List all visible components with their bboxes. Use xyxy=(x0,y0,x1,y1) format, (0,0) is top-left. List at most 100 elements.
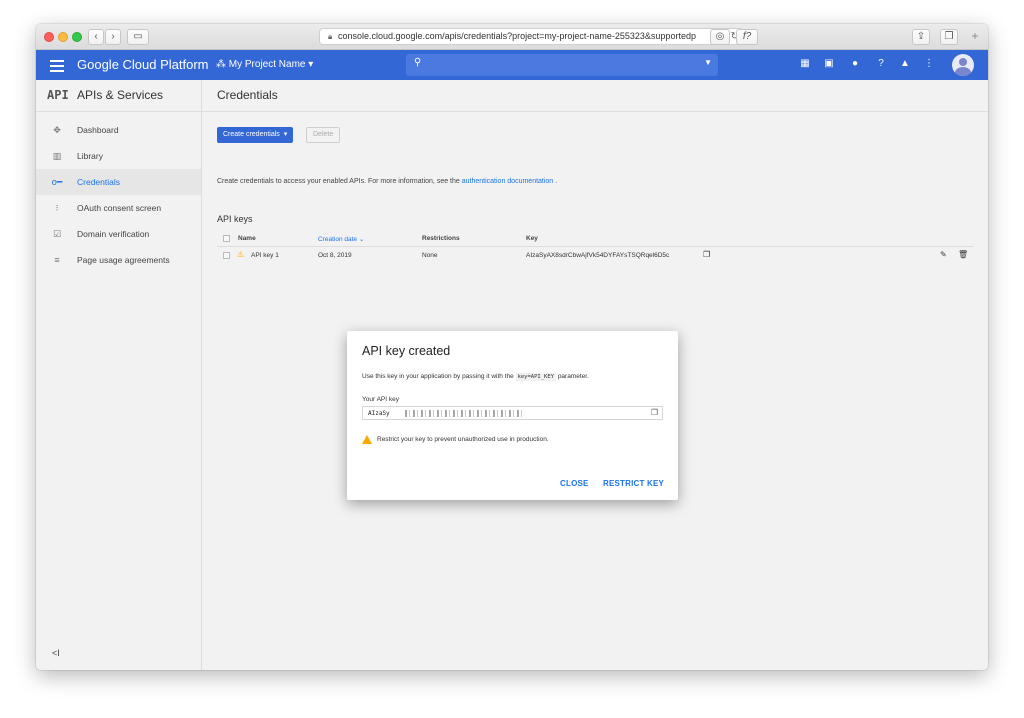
domain-icon: ☑ xyxy=(52,229,62,239)
restrict-key-button[interactable]: RESTRICT KEY xyxy=(603,479,664,488)
sidebar-toggle-button[interactable]: ▭ xyxy=(127,29,149,45)
sidebar-item-credentials[interactable]: o━ Credentials xyxy=(36,169,201,195)
sidebar-item-label: Dashboard xyxy=(77,125,119,135)
api-keys-table: Name Creation date ⌄ Restrictions Key ⚠ … xyxy=(217,230,973,265)
search-icon: ⚲ xyxy=(414,57,422,68)
collapse-sidebar-button[interactable]: <I xyxy=(52,648,60,658)
help-icon[interactable]: ? xyxy=(874,57,888,71)
sidebar-item-label: Page usage agreements xyxy=(77,255,170,265)
sidebar: API APIs & Services ✥ Dashboard ▥ Librar… xyxy=(36,80,202,670)
browser-window: ‹ › ▭ 🔒︎ console.cloud.google.com/apis/c… xyxy=(36,24,988,670)
copy-icon[interactable]: ❐ xyxy=(651,408,658,417)
notifications-icon[interactable]: ▲ xyxy=(898,57,912,71)
chevron-down-icon: ▾ xyxy=(281,131,288,138)
sidebar-title: APIs & Services xyxy=(77,88,164,102)
main-header: Credentials xyxy=(202,80,988,112)
menu-icon[interactable] xyxy=(50,57,64,73)
extension-icon: ◎ xyxy=(715,31,725,42)
browser-toolbar: ‹ › ▭ 🔒︎ console.cloud.google.com/apis/c… xyxy=(36,24,988,50)
api-key-value: AIzaSy xyxy=(368,410,390,417)
extension-button[interactable]: ◎ xyxy=(710,29,730,45)
font-extension-button[interactable]: f? xyxy=(736,29,758,45)
sidebar-item-label: Domain verification xyxy=(77,229,150,239)
console-content: API APIs & Services ✥ Dashboard ▥ Librar… xyxy=(36,80,988,670)
gcp-top-bar: Google Cloud Platform ⁂ My Project Name … xyxy=(36,50,988,80)
api-key-restrictions: None xyxy=(422,252,438,259)
share-icon: ⇪ xyxy=(916,31,926,42)
more-vert-icon[interactable]: ⋮ xyxy=(922,57,936,71)
avatar[interactable] xyxy=(952,54,974,76)
create-credentials-label: Create credentials xyxy=(223,131,280,138)
sidebar-item-library[interactable]: ▥ Library xyxy=(36,143,201,169)
api-logo: API xyxy=(47,88,69,102)
column-header-name[interactable]: Name xyxy=(238,235,256,242)
copy-icon[interactable]: ❐ xyxy=(703,250,710,259)
dashboard-icon: ✥ xyxy=(53,125,61,135)
select-all-checkbox[interactable] xyxy=(223,235,230,242)
api-key-name[interactable]: API key 1 xyxy=(251,252,279,259)
redacted-key xyxy=(405,410,525,417)
column-header-key[interactable]: Key xyxy=(526,235,538,242)
sidebar-item-label: OAuth consent screen xyxy=(77,203,162,213)
api-key-field[interactable]: AIzaSy ❐ xyxy=(362,406,663,420)
close-button[interactable]: CLOSE xyxy=(560,479,589,488)
tabs-icon: ❐ xyxy=(944,31,954,42)
project-name: My Project Name xyxy=(228,59,306,70)
info-text-end: . xyxy=(555,178,558,185)
dialog-desc-code: key=API_KEY xyxy=(515,373,556,381)
info-text-body: Create credentials to access your enable… xyxy=(217,178,460,185)
key-icon: o━ xyxy=(51,177,63,187)
api-key-created-dialog: API key created Use this key in your app… xyxy=(347,331,678,500)
search-input[interactable]: ⚲ ▼ xyxy=(406,54,718,76)
cloud-shell-icon[interactable]: ▣ xyxy=(822,57,836,71)
agreements-icon: ≡ xyxy=(54,255,60,265)
delete-button[interactable]: Delete xyxy=(306,127,341,143)
table-row: ⚠ API key 1 Oct 8, 2019 None AIzaSyAX8sd… xyxy=(217,247,973,265)
library-icon: ▥ xyxy=(52,151,62,161)
info-text: Create credentials to access your enable… xyxy=(217,178,557,185)
sidebar-item-label: Credentials xyxy=(77,177,120,187)
sidebar-item-oauth-consent[interactable]: ⁝ OAuth consent screen xyxy=(36,195,201,221)
new-tab-button[interactable]: + xyxy=(966,29,984,45)
project-icon: ⁂ xyxy=(216,59,226,70)
back-button[interactable]: ‹ xyxy=(88,29,104,45)
sidebar-icon: ▭ xyxy=(133,31,143,42)
warning-icon: ⚠ xyxy=(237,250,245,259)
restriction-warning: Restrict your key to prevent unauthorize… xyxy=(377,436,549,443)
sidebar-item-domain-verification[interactable]: ☑ Domain verification xyxy=(36,221,201,247)
minimize-window-button[interactable] xyxy=(58,32,68,42)
sidebar-item-page-usage[interactable]: ≡ Page usage agreements xyxy=(36,247,201,273)
brand-title[interactable]: Google Cloud Platform xyxy=(77,57,209,72)
dropdown-arrow-icon: ▼ xyxy=(704,58,712,67)
row-checkbox[interactable] xyxy=(223,252,230,259)
address-bar[interactable]: 🔒︎ console.cloud.google.com/apis/credent… xyxy=(319,28,744,45)
project-selector[interactable]: ⁂ My Project Name ▾ xyxy=(216,59,313,70)
edit-icon[interactable]: ✎ xyxy=(940,250,947,259)
dialog-title: API key created xyxy=(362,344,451,358)
zoom-window-button[interactable] xyxy=(72,32,82,42)
dialog-desc-before: Use this key in your application by pass… xyxy=(362,373,514,380)
create-credentials-button[interactable]: Create credentials ▾ xyxy=(217,127,294,143)
sidebar-item-dashboard[interactable]: ✥ Dashboard xyxy=(36,117,201,143)
chevron-left-icon: ‹ xyxy=(94,31,98,42)
warning-icon xyxy=(362,435,372,444)
consent-icon: ⁝ xyxy=(55,203,59,213)
feedback-icon[interactable]: ● xyxy=(848,57,862,71)
dialog-desc-after: parameter. xyxy=(557,373,589,380)
close-window-button[interactable] xyxy=(44,32,54,42)
column-header-creation-date[interactable]: Creation date ⌄ xyxy=(318,235,364,243)
api-key-value: AIzaSyAX8sdrCbwAjfVk54DYFAYsTSQRqel6D5c xyxy=(526,252,670,259)
api-key-date: Oct 8, 2019 xyxy=(318,252,352,259)
chevron-right-icon: › xyxy=(111,31,115,42)
authentication-docs-link[interactable]: authentication documentation xyxy=(462,178,553,185)
column-header-restrictions[interactable]: Restrictions xyxy=(422,235,460,242)
share-button[interactable]: ⇪ xyxy=(912,29,930,45)
tabs-button[interactable]: ❐ xyxy=(940,29,958,45)
delete-icon[interactable]: 🗑︎ xyxy=(958,250,968,259)
forward-button[interactable]: › xyxy=(105,29,121,45)
gift-icon[interactable]: ▦ xyxy=(798,57,812,71)
sidebar-header: API APIs & Services xyxy=(36,80,201,112)
plus-icon: + xyxy=(971,29,979,43)
chevron-down-icon: ▾ xyxy=(308,59,314,70)
lock-icon: 🔒︎ xyxy=(328,32,333,41)
